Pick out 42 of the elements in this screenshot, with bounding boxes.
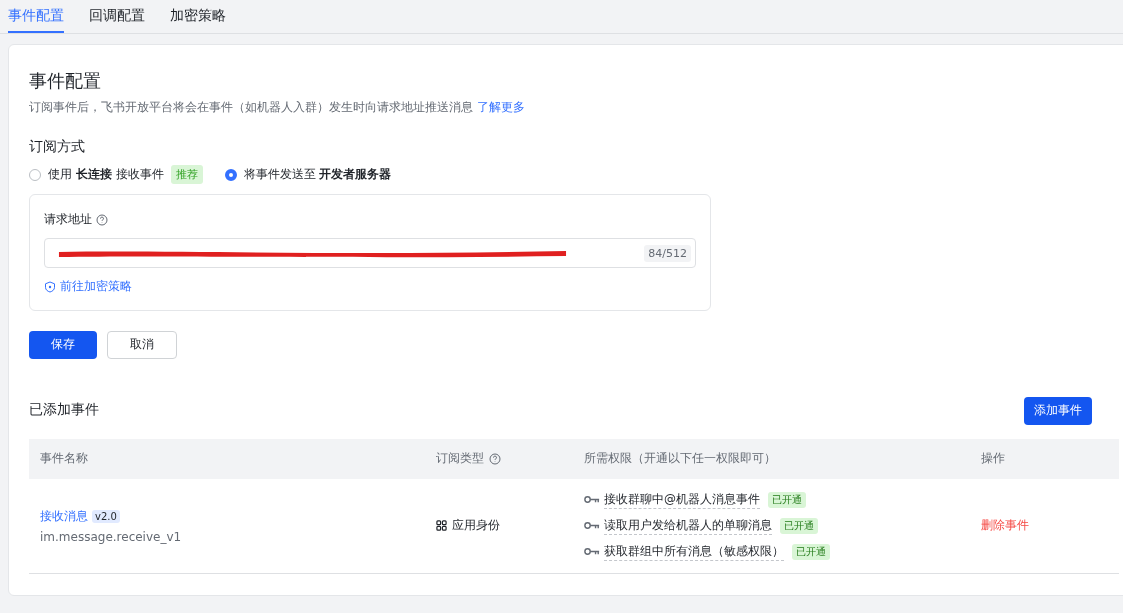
- learn-more-link[interactable]: 了解更多: [477, 100, 525, 114]
- status-tag: 已开通: [780, 517, 818, 534]
- event-code: im.message.receive_v1: [40, 529, 182, 544]
- event-name-link[interactable]: 接收消息: [40, 507, 88, 525]
- subscription-type: 应用身份: [452, 517, 500, 534]
- help-icon[interactable]: [489, 452, 501, 465]
- help-icon[interactable]: [96, 213, 108, 226]
- radio-label[interactable]: 使用 长连接 接收事件: [48, 166, 164, 183]
- column-header: 所需权限（开通以下任一权限即可）: [584, 450, 776, 467]
- radio-button[interactable]: [29, 168, 41, 181]
- column-header: 操作: [981, 450, 1005, 467]
- tab[interactable]: 加密策略: [170, 0, 226, 33]
- page-title: 事件配置: [29, 69, 102, 93]
- recommended-tag: 推荐: [170, 165, 203, 184]
- column-header: 订阅类型: [436, 450, 484, 467]
- radio-label[interactable]: 将事件发送至 开发者服务器: [243, 166, 392, 183]
- shield-icon: [44, 280, 56, 293]
- add-event-button[interactable]: 添加事件: [1024, 396, 1092, 425]
- grid-icon: [436, 520, 447, 531]
- status-tag: 已开通: [768, 491, 806, 508]
- radio-button[interactable]: [224, 168, 237, 181]
- permission-name[interactable]: 获取群组中所有消息（敏感权限）: [604, 542, 784, 561]
- save-button[interactable]: 保存: [29, 330, 97, 359]
- section-title: 已添加事件: [29, 400, 99, 419]
- column-header: 事件名称: [40, 450, 88, 467]
- tab[interactable]: 事件配置: [8, 0, 64, 33]
- permission-name[interactable]: 读取用户发给机器人的单聊消息: [604, 516, 772, 535]
- url-input-field[interactable]: 84/512: [44, 238, 696, 268]
- field-label: 请求地址: [44, 211, 92, 228]
- section-label: 订阅方式: [29, 138, 86, 156]
- version-tag: v2.0: [92, 509, 120, 523]
- permission-name[interactable]: 接收群聊中@机器人消息事件: [604, 490, 760, 509]
- key-icon: [584, 495, 600, 504]
- tab[interactable]: 回调配置: [89, 0, 145, 33]
- description-text: 订阅事件后，飞书开放平台将会在事件（如机器人入群）发生时向请求地址推送消息: [29, 100, 473, 114]
- key-icon: [584, 547, 600, 556]
- encryption-link[interactable]: 前往加密策略: [60, 278, 132, 295]
- status-tag: 已开通: [792, 543, 830, 560]
- cancel-button[interactable]: 取消: [107, 330, 177, 359]
- key-icon: [584, 521, 600, 530]
- delete-event-link[interactable]: 删除事件: [981, 518, 1029, 532]
- character-counter: 84/512: [644, 244, 691, 262]
